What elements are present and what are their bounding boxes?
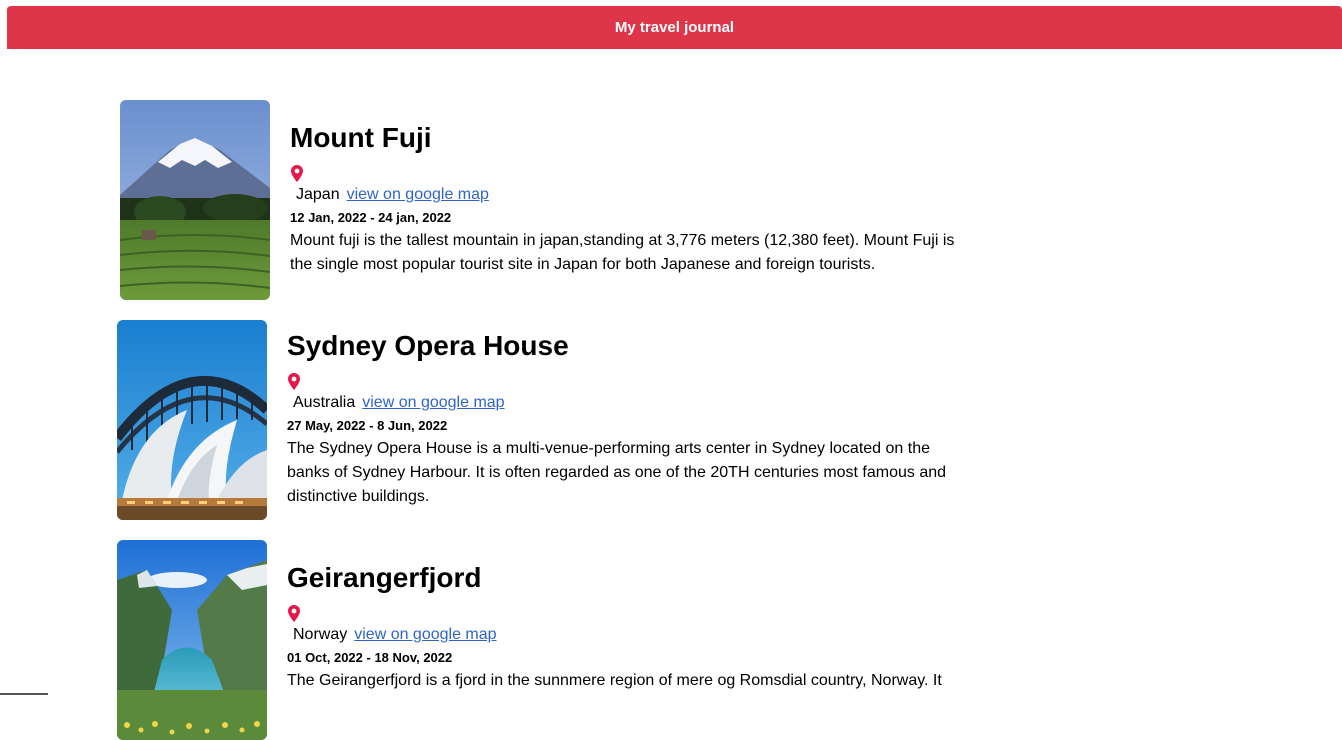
google-map-link[interactable]: view on google map	[354, 626, 496, 643]
entry-body: Geirangerfjord Norway view on google map …	[287, 540, 957, 740]
journal-entry: Sydney Opera House Australia view on goog…	[117, 320, 957, 520]
entry-title: Sydney Opera House	[287, 330, 569, 361]
entry-description: The Sydney Opera House is a multi-venue-…	[287, 440, 947, 505]
entry-dates: 12 Jan, 2022 - 24 jan, 2022	[290, 210, 452, 225]
entry-body: Sydney Opera House Australia view on goog…	[287, 320, 957, 520]
location-row: Australia view on google map	[287, 393, 957, 413]
entry-location: Australia	[293, 394, 356, 411]
journal-entry: Geirangerfjord Norway view on google map …	[117, 540, 957, 740]
entry-body: Mount Fuji Japan view on google map 12 Ja…	[290, 100, 960, 300]
location-pin-icon	[287, 372, 301, 392]
journal-entry: Mount Fuji Japan view on google map 12 Ja…	[120, 100, 960, 300]
entry-location: Norway	[293, 626, 348, 643]
entry-location: Japan	[296, 186, 340, 203]
google-map-link[interactable]: view on google map	[362, 394, 504, 411]
entry-title: Geirangerfjord	[287, 562, 482, 593]
entry-image-mount-fuji	[120, 100, 270, 300]
header-bar: My travel journal	[7, 6, 1342, 49]
entry-dates: 27 May, 2022 - 8 Jun, 2022	[287, 418, 448, 433]
entry-image-geirangerfjord	[117, 540, 267, 740]
location-row: Japan view on google map	[290, 185, 960, 205]
entry-dates: 01 Oct, 2022 - 18 Nov, 2022	[287, 650, 453, 665]
location-pin-icon	[287, 604, 301, 624]
entry-description: The Geirangerfjord is a fjord in the sun…	[287, 672, 942, 689]
location-pin-icon	[290, 164, 304, 184]
app-title: My travel journal	[614, 19, 735, 36]
location-row: Norway view on google map	[287, 625, 957, 645]
entry-description: Mount fuji is the tallest mountain in ja…	[290, 232, 955, 273]
google-map-link[interactable]: view on google map	[347, 186, 489, 203]
entry-title: Mount Fuji	[290, 122, 432, 153]
entry-image-sydney-opera-house	[117, 320, 267, 520]
